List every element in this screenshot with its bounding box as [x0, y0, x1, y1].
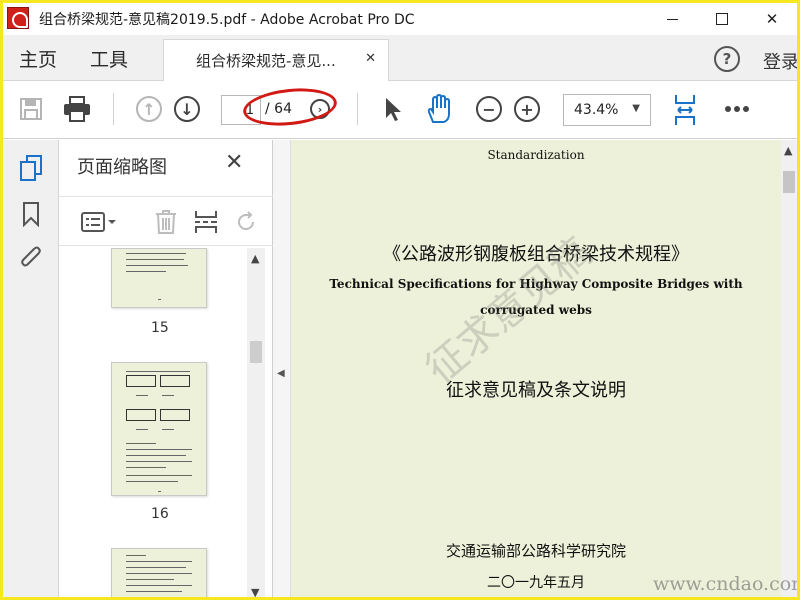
page-thumbnail[interactable]: [111, 548, 207, 597]
zoom-value: 43.4%: [574, 102, 619, 118]
attachment-icon[interactable]: [17, 244, 45, 272]
page-thumbnail[interactable]: [111, 362, 207, 496]
thumbnail-options-icon[interactable]: [79, 209, 119, 235]
thumbnail-scrollbar[interactable]: ▲ ▼: [247, 248, 265, 597]
page-thumbnail[interactable]: [111, 248, 207, 308]
minimize-button[interactable]: [647, 3, 697, 35]
previous-page-icon[interactable]: ↑: [135, 95, 163, 123]
close-window-button[interactable]: [747, 3, 797, 35]
doc-scroll-thumb[interactable]: [783, 171, 795, 193]
panel-title: 页面缩略图: [77, 157, 167, 178]
hand-tool-icon[interactable]: [425, 94, 453, 123]
next-page-icon[interactable]: ↓: [173, 95, 201, 123]
select-cursor-icon[interactable]: [379, 95, 407, 123]
close-panel-icon[interactable]: ✕: [225, 150, 243, 175]
panel-collapse-strip[interactable]: ◀: [273, 140, 291, 597]
scroll-down-icon[interactable]: ▼: [251, 586, 259, 597]
close-tab-icon[interactable]: ✕: [365, 51, 376, 66]
zoom-out-icon[interactable]: −: [475, 95, 503, 123]
home-menu-item[interactable]: 主页: [19, 45, 57, 72]
print-icon[interactable]: [63, 95, 91, 123]
help-icon[interactable]: ?: [714, 46, 740, 72]
document-view[interactable]: Standardization 《公路波形钢腹板组合桥梁技术规程》 Techni…: [291, 140, 781, 597]
window-title: 组合桥梁规范-意见稿2019.5.pdf - Adobe Acrobat Pro…: [39, 12, 415, 28]
fit-page-icon[interactable]: [671, 93, 699, 127]
login-link[interactable]: 登录: [763, 48, 797, 74]
chevron-down-icon: ▼: [632, 103, 640, 114]
document-tab[interactable]: 组合桥梁规范-意见... ✕: [163, 39, 389, 81]
doc-subtitle: 征求意见稿及条文说明: [446, 380, 626, 401]
maximize-button[interactable]: [697, 3, 747, 35]
app-window: 组合桥梁规范-意见稿2019.5.pdf - Adobe Acrobat Pro…: [0, 0, 800, 600]
tools-menu-item[interactable]: 工具: [90, 45, 128, 72]
page-thumbnails-icon[interactable]: [17, 154, 45, 182]
thumbnail-panel: 页面缩略图 ✕ 15 16 ▲ ▼: [59, 140, 273, 597]
save-icon[interactable]: [17, 95, 45, 123]
doc-header: Standardization: [487, 148, 585, 162]
doc-scroll-up-icon[interactable]: ▲: [784, 144, 792, 157]
delete-page-icon[interactable]: [151, 209, 181, 235]
left-navigation-rail: [3, 140, 59, 597]
toolbar-divider: [113, 93, 114, 125]
toolbar-divider: [357, 93, 358, 125]
title-bar: 组合桥梁规范-意见稿2019.5.pdf - Adobe Acrobat Pro…: [3, 3, 797, 35]
site-watermark: www.cndao.com: [653, 573, 800, 595]
zoom-level-select[interactable]: 43.4% ▼: [563, 94, 651, 126]
thumbnail-list: 15 16 ▲ ▼: [59, 248, 273, 597]
insert-page-icon[interactable]: [191, 209, 221, 235]
more-options-icon[interactable]: [723, 95, 751, 123]
bookmark-icon[interactable]: [17, 200, 45, 228]
rotate-page-icon[interactable]: [231, 209, 261, 235]
collapse-panel-icon[interactable]: ◀: [277, 368, 285, 379]
document-tab-label: 组合桥梁规范-意见...: [196, 52, 336, 70]
scroll-up-icon[interactable]: ▲: [251, 252, 259, 265]
zoom-in-icon[interactable]: +: [513, 95, 541, 123]
main-toolbar: ↑ ↓ 1 / 64 › − + 43.4% ▼: [3, 81, 797, 139]
scroll-thumb[interactable]: [250, 341, 262, 363]
menu-tab-bar: 主页 工具 组合桥梁规范-意见... ✕ ? 登录: [3, 35, 797, 81]
document-scrollbar[interactable]: ▲: [781, 140, 797, 597]
window-controls: [647, 3, 797, 35]
doc-organization: 交通运输部公路科学研究院: [445, 542, 626, 560]
panel-toolbar: [59, 196, 273, 246]
acrobat-logo-icon: [7, 7, 29, 29]
